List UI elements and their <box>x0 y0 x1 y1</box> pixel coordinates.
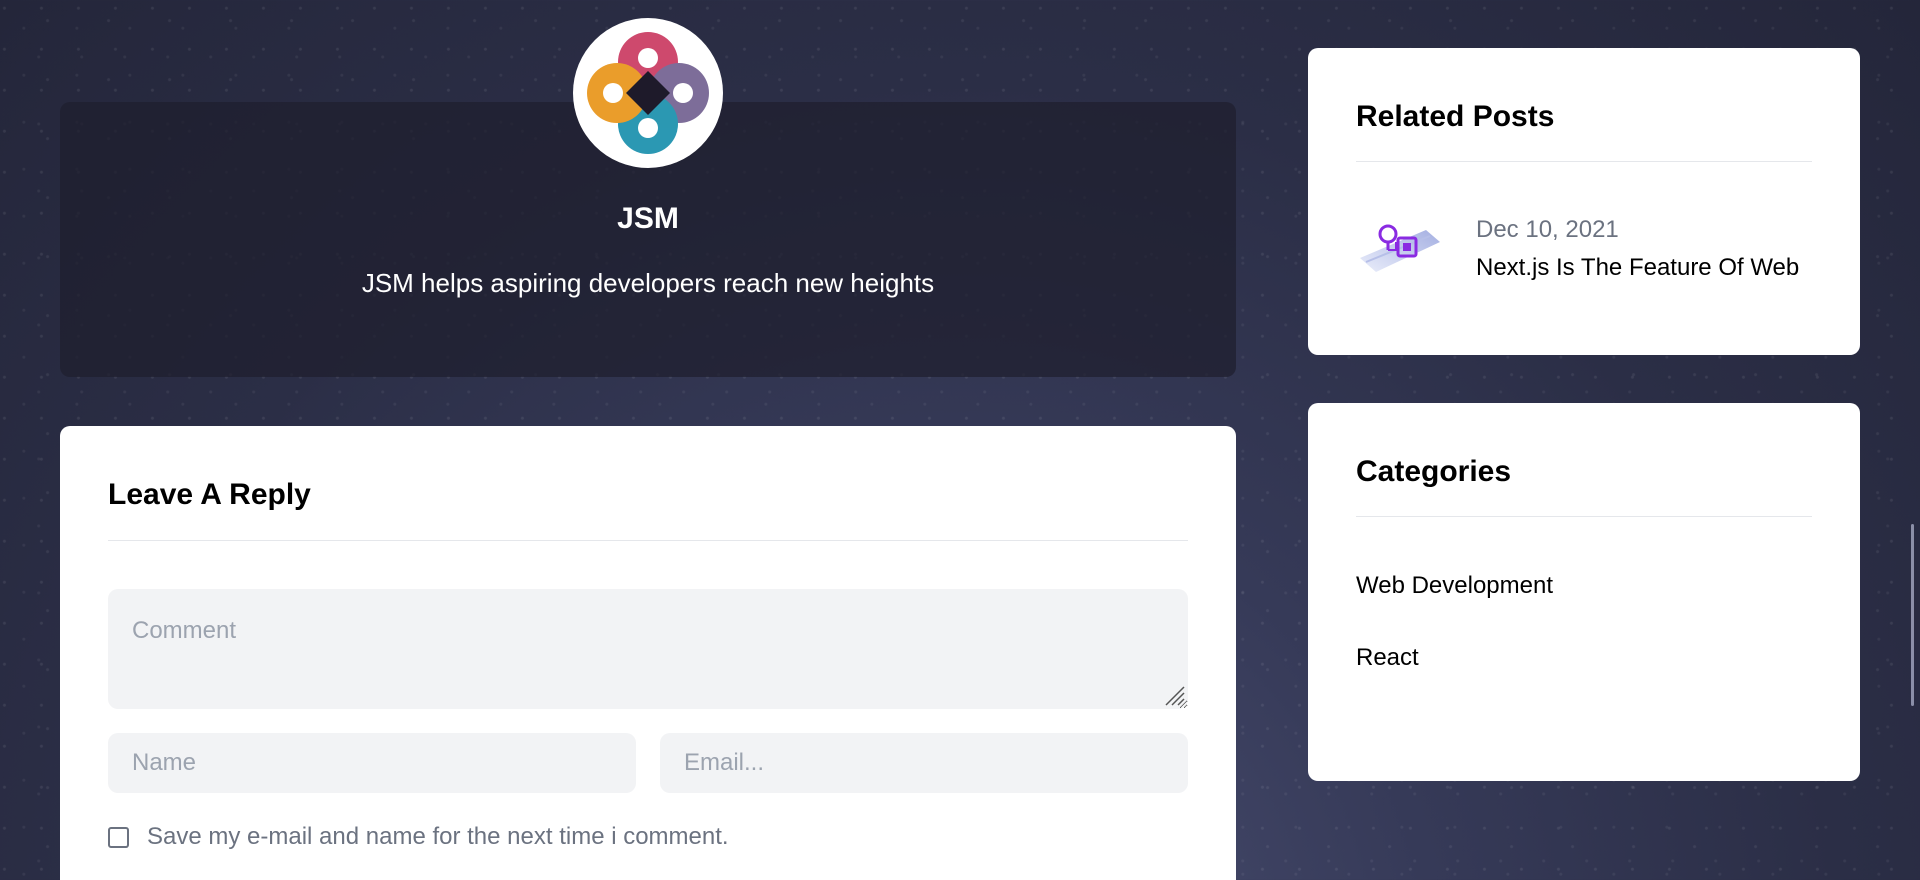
name-input[interactable] <box>108 733 636 793</box>
author-avatar <box>573 18 723 168</box>
lightbulb-chip-icon <box>1360 224 1440 272</box>
category-react[interactable]: React <box>1356 644 1419 672</box>
categories-divider <box>1356 516 1812 517</box>
save-info-label: Save my e-mail and name for the next tim… <box>147 823 729 850</box>
save-info-checkbox[interactable] <box>108 826 129 848</box>
reply-divider <box>108 540 1188 541</box>
categories-title: Categories <box>1356 455 1512 488</box>
related-posts-title: Related Posts <box>1356 100 1555 133</box>
related-post-date: Dec 10, 2021 <box>1476 216 1619 243</box>
jsm-logo-icon <box>587 32 709 154</box>
related-posts-divider <box>1356 161 1812 162</box>
category-web-development[interactable]: Web Development <box>1356 572 1553 600</box>
related-post-title[interactable]: Next.js Is The Feature Of Web <box>1476 254 1799 282</box>
author-name: JSM <box>617 202 679 235</box>
related-post-item[interactable]: Dec 10, 2021 Next.js Is The Feature Of W… <box>1356 214 1799 284</box>
email-input[interactable] <box>660 733 1188 793</box>
resize-handle-icon[interactable] <box>1164 685 1186 707</box>
reply-title: Leave A Reply <box>108 478 311 511</box>
save-info-row[interactable]: Save my e-mail and name for the next tim… <box>108 823 729 851</box>
related-posts-card: Related Posts Dec 10, 2021 Next.js Is Th… <box>1308 48 1860 355</box>
related-post-text: Dec 10, 2021 Next.js Is The Feature Of W… <box>1476 216 1799 282</box>
reply-card: Leave A Reply Save my e-mail and name fo… <box>60 426 1236 880</box>
page-scrollbar[interactable] <box>1911 524 1914 706</box>
categories-card: Categories Web Development React <box>1308 403 1860 781</box>
comment-input[interactable] <box>108 589 1188 709</box>
author-description: JSM helps aspiring developers reach new … <box>361 268 935 298</box>
